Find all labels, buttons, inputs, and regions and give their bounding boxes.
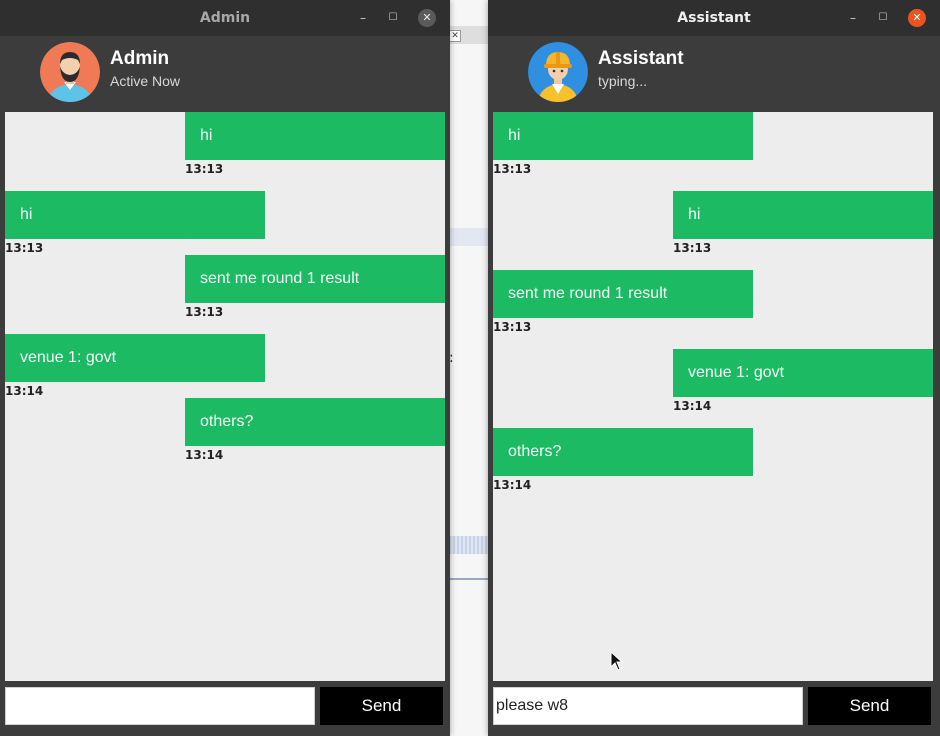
message-time: 13:13 (185, 305, 224, 319)
background-selection-row (449, 228, 491, 246)
message-item: hi 13:13 (493, 112, 753, 176)
message-item: hi 13:13 (185, 112, 445, 176)
background-window: ✕ : (448, 0, 492, 736)
minimize-icon[interactable]: – (354, 9, 372, 27)
mouse-pointer-icon (610, 651, 624, 671)
chat-header: Admin Active Now (0, 36, 450, 108)
message-item: venue 1: govt 13:14 (5, 334, 265, 398)
message-bubble: sent me round 1 result (185, 255, 445, 303)
message-time: 13:14 (673, 399, 712, 413)
background-divider (449, 578, 491, 580)
message-time: 13:13 (5, 241, 44, 255)
contact-status: Active Now (110, 73, 181, 89)
window-title: Admin (199, 10, 251, 26)
contact-name: Admin (110, 48, 170, 69)
chat-header: Assistant typing... (488, 36, 940, 108)
maximize-icon[interactable]: ☐ (384, 9, 402, 27)
message-item: others? 13:14 (185, 398, 445, 462)
message-time: 13:13 (673, 241, 712, 255)
avatar (528, 42, 588, 102)
admin-chat-window: Admin – ☐ ✕ Admin Active Now hi 13:13 hi… (0, 0, 450, 736)
message-item: venue 1: govt 13:14 (673, 349, 933, 413)
message-item: sent me round 1 result 13:13 (493, 270, 753, 334)
window-title: Assistant (677, 10, 751, 26)
contact-name: Assistant (598, 48, 684, 69)
avatar (40, 42, 100, 102)
message-list[interactable]: hi 13:13 hi 13:13 sent me round 1 result… (5, 112, 445, 681)
send-button[interactable]: Send (320, 687, 443, 725)
assistant-chat-window: Assistant – ☐ ✕ Assistant typing... hi 1… (488, 0, 940, 736)
message-bubble: hi (673, 191, 933, 239)
message-input[interactable] (5, 687, 315, 725)
message-time: 13:14 (5, 384, 44, 398)
message-bubble: hi (185, 112, 445, 160)
message-item: sent me round 1 result 13:13 (185, 255, 445, 319)
message-item: others? 13:14 (493, 428, 753, 492)
message-time: 13:14 (185, 448, 224, 462)
message-bubble: hi (5, 191, 265, 239)
send-button[interactable]: Send (808, 687, 931, 725)
message-item: hi 13:13 (5, 191, 265, 255)
background-scrollbar (449, 536, 491, 554)
message-time: 13:13 (493, 162, 532, 176)
construction-worker-avatar-icon (528, 42, 588, 102)
background-close-icon: ✕ (449, 30, 461, 42)
message-bubble: hi (493, 112, 753, 160)
bearded-man-avatar-icon (40, 42, 100, 102)
minimize-icon[interactable]: – (844, 9, 862, 27)
message-bubble: sent me round 1 result (493, 270, 753, 318)
close-icon[interactable]: ✕ (418, 9, 436, 27)
compose-bar: Send (0, 681, 450, 736)
close-icon[interactable]: ✕ (908, 9, 926, 27)
window-titlebar[interactable]: Assistant – ☐ ✕ (488, 0, 940, 36)
message-item: hi 13:13 (673, 191, 933, 255)
message-bubble: venue 1: govt (5, 334, 265, 382)
maximize-icon[interactable]: ☐ (874, 9, 892, 27)
message-bubble: venue 1: govt (673, 349, 933, 397)
message-bubble: others? (185, 398, 445, 446)
message-input[interactable] (493, 687, 803, 725)
message-time: 13:13 (185, 162, 224, 176)
contact-status: typing... (598, 73, 648, 89)
message-time: 13:13 (493, 320, 532, 334)
compose-bar: Send (488, 681, 940, 736)
message-list[interactable]: hi 13:13 hi 13:13 sent me round 1 result… (493, 112, 933, 681)
window-titlebar[interactable]: Admin – ☐ ✕ (0, 0, 450, 36)
message-bubble: others? (493, 428, 753, 476)
message-time: 13:14 (493, 478, 532, 492)
